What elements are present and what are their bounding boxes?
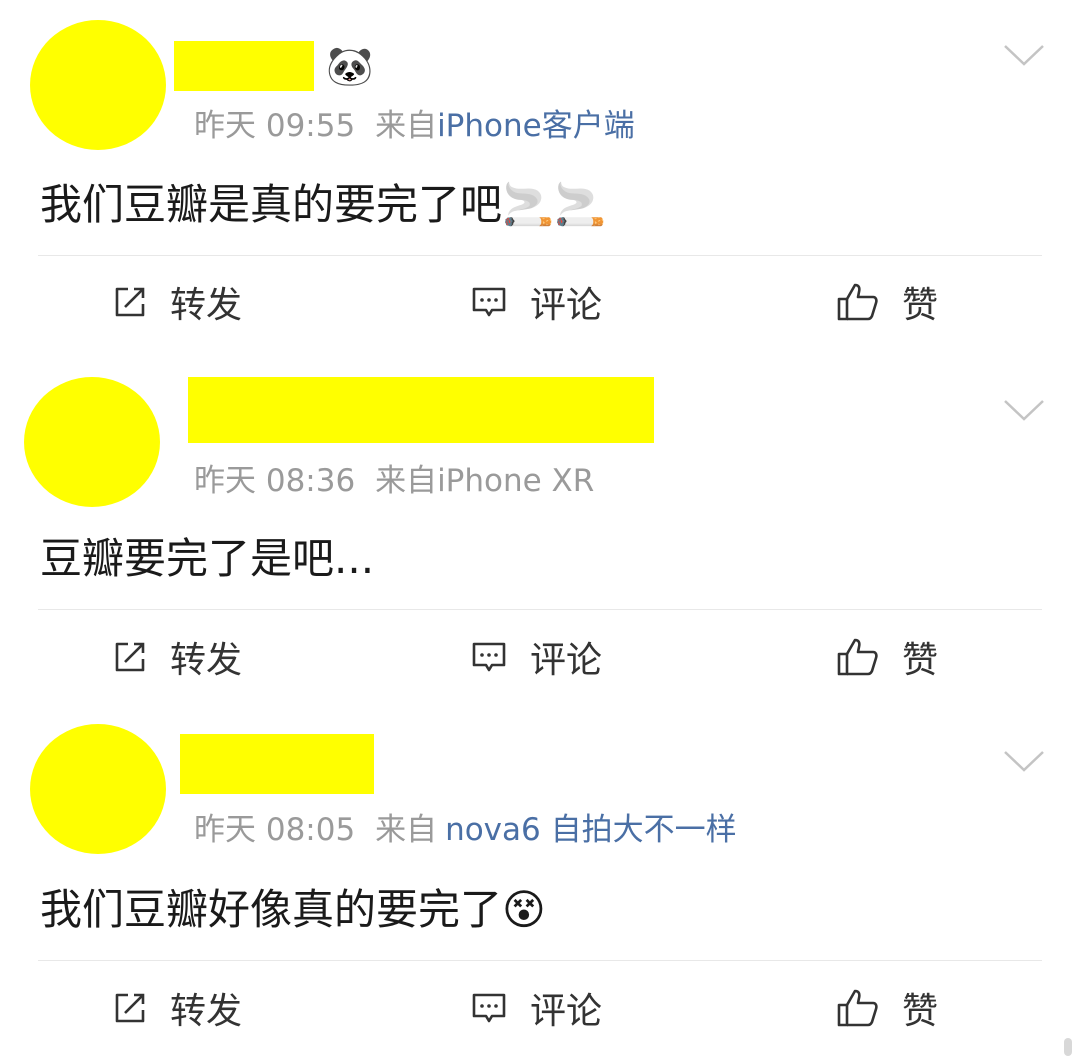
post-meta: 昨天 09:55 来自iPhone客户端 [194, 106, 635, 146]
post-content: 豆瓣要完了是吧... [40, 534, 375, 583]
like-button[interactable]: 赞 [836, 627, 938, 687]
post-source-link[interactable]: nova6 自拍大不一样 [445, 812, 737, 848]
repost-label: 转发 [170, 640, 243, 681]
post-meta: 昨天 08:36 来自iPhone XR [194, 461, 594, 501]
repost-label: 转发 [170, 285, 243, 326]
divider [38, 255, 1042, 256]
action-bar: 转发 评论 赞 [0, 627, 1080, 687]
comment-button[interactable]: 评论 [470, 272, 602, 332]
repost-button[interactable]: 转发 [112, 627, 242, 687]
comment-icon [472, 287, 506, 317]
repost-label: 转发 [170, 991, 243, 1032]
post-card[interactable]: 昨天 08:36 来自iPhone XR 豆瓣要完了是吧... 转发 评论 赞 [0, 355, 1080, 707]
avatar[interactable] [30, 724, 166, 854]
comment-icon [472, 642, 506, 672]
repost-icon [115, 287, 145, 317]
post-meta: 昨天 08:05 来自 nova6 自拍大不一样 [194, 810, 737, 850]
post-source-link[interactable]: iPhone XR [437, 463, 594, 499]
chevron-down-icon[interactable] [1002, 42, 1046, 68]
like-button[interactable]: 赞 [836, 978, 938, 1038]
username-redacted[interactable] [188, 377, 654, 443]
post-time: 昨天 08:36 [194, 463, 356, 499]
repost-icon [115, 993, 145, 1023]
divider [38, 960, 1042, 961]
post-time: 昨天 08:05 [194, 812, 356, 848]
repost-button[interactable]: 转发 [112, 978, 242, 1038]
post-from-label: 来自 [375, 812, 438, 848]
action-bar: 转发 评论 赞 [0, 272, 1080, 332]
chevron-down-icon[interactable] [1002, 397, 1046, 423]
post-card[interactable]: 🐼 昨天 09:55 来自iPhone客户端 我们豆瓣是真的要完了吧🚬🚬 转发 … [0, 0, 1080, 352]
post-source-link[interactable]: iPhone客户端 [437, 108, 635, 144]
thumbs-up-icon [837, 989, 878, 1027]
post-content: 我们豆瓣是真的要完了吧🚬🚬 [40, 180, 607, 229]
thumbs-up-icon [837, 638, 878, 676]
comment-label: 评论 [530, 991, 603, 1032]
thumbs-up-icon [837, 283, 878, 321]
divider [38, 609, 1042, 610]
comment-button[interactable]: 评论 [470, 627, 602, 687]
action-bar: 转发 评论 赞 [0, 978, 1080, 1038]
comment-button[interactable]: 评论 [470, 978, 602, 1038]
username-redacted[interactable] [174, 41, 314, 91]
username-emoji: 🐼 [326, 44, 374, 88]
post-from-label: 来自 [375, 108, 438, 144]
avatar[interactable] [30, 20, 166, 150]
like-label: 赞 [902, 991, 939, 1032]
avatar[interactable] [24, 377, 160, 507]
like-button[interactable]: 赞 [836, 272, 938, 332]
comment-icon [472, 993, 506, 1023]
repost-icon [115, 642, 145, 672]
post-content: 我们豆瓣好像真的要完了😵 [40, 885, 546, 934]
post-time: 昨天 09:55 [194, 108, 356, 144]
comment-label: 评论 [530, 640, 603, 681]
like-label: 赞 [902, 285, 939, 326]
post-card[interactable]: 昨天 08:05 来自 nova6 自拍大不一样 我们豆瓣好像真的要完了😵 转发 … [0, 706, 1080, 1058]
post-from-label: 来自 [375, 463, 438, 499]
scrollbar[interactable] [1064, 1038, 1072, 1056]
chevron-down-icon[interactable] [1002, 748, 1046, 774]
like-label: 赞 [902, 640, 939, 681]
repost-button[interactable]: 转发 [112, 272, 242, 332]
comment-label: 评论 [530, 285, 603, 326]
username-redacted[interactable] [180, 734, 374, 794]
